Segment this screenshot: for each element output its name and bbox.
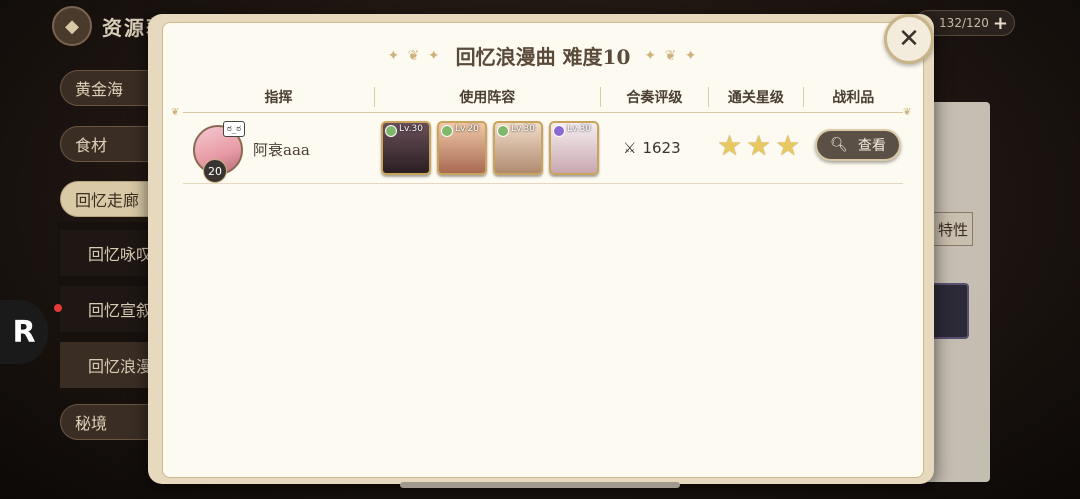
notification-dot (54, 304, 62, 312)
r-badge-label: R (12, 314, 36, 350)
column-header-loot: 战利品 (832, 90, 875, 106)
attribute-icon (553, 125, 565, 137)
table-header: 指挥 使用阵容 合奏评级 通关星级 战利品 (183, 83, 903, 111)
player-avatar[interactable]: ಠ_ಠ 20 (193, 121, 245, 183)
title-ornament-left-icon: ✦ ❦ ✦ (387, 47, 442, 64)
star-icon: ★ (775, 129, 801, 162)
column-header-lineup: 使用阵容 (375, 87, 601, 107)
attribute-icon (497, 125, 509, 137)
crossed-swords-icon: ⚔ (623, 139, 637, 157)
ensemble-rating: ⚔ 1623 (623, 139, 681, 157)
submenu-item-label: 回忆宣叙 (88, 301, 153, 320)
app-logo-icon[interactable]: ◆ (52, 6, 92, 46)
home-indicator (400, 482, 680, 488)
player-name: 阿衰aaa (253, 141, 310, 159)
column-header-commander: 指挥 (183, 87, 375, 107)
hero-card[interactable]: Lv.20 (437, 121, 487, 175)
sidebar-item-label: 秘境 (75, 414, 108, 433)
close-button[interactable]: ✕ (884, 14, 934, 64)
clear-stars: ★ ★ ★ (717, 131, 800, 161)
attribute-icon (385, 125, 397, 137)
rating-value: 1623 (642, 139, 681, 157)
sidebar-item-label: 食材 (75, 136, 108, 155)
hero-level: Lv.30 (511, 124, 535, 134)
trait-tag-label: 特性 (937, 220, 968, 239)
header-divider (183, 112, 903, 113)
star-icon: ★ (746, 129, 772, 162)
title-ornament-right-icon: ✦ ❦ ✦ (644, 47, 699, 64)
clear-record-modal: ✦ ❦ ✦ 回忆浪漫曲 难度10 ✦ ❦ ✦ 指挥 使用阵容 合奏评级 通关星级… (162, 22, 924, 478)
submenu-item-label: 回忆浪漫 (88, 357, 153, 376)
hero-level: Lv.20 (455, 124, 479, 134)
hero-card[interactable]: Lv.30 (381, 121, 431, 175)
close-icon: ✕ (898, 24, 920, 54)
hero-card[interactable]: Lv.30 (493, 121, 543, 175)
stamina-value: 132/120 (939, 16, 989, 30)
divider-ornament-icon: ❦ (171, 107, 180, 118)
modal-title: 回忆浪漫曲 难度10 (455, 45, 631, 69)
sidebar-item-label: 黄金海 (75, 80, 124, 99)
hero-card[interactable]: Lv.30 (549, 121, 599, 175)
floating-r-button[interactable]: R (0, 300, 48, 364)
hero-level: Lv.30 (567, 124, 591, 134)
add-stamina-button[interactable]: + (993, 13, 1008, 34)
submenu-item-label: 回忆咏叹 (88, 245, 153, 264)
view-loot-button[interactable]: 🔍︎ 查看 (815, 129, 901, 161)
star-icon: ★ (717, 129, 743, 162)
row-divider (183, 183, 903, 184)
lineup: Lv.30 Lv.20 Lv.30 Lv.30 (381, 121, 599, 175)
column-header-stars: 通关星级 (709, 87, 804, 107)
sidebar-item-label: 回忆走廊 (75, 191, 140, 210)
player-level-badge: 20 (203, 159, 227, 183)
hero-level: Lv.30 (399, 124, 423, 134)
column-header-rating: 合奏评级 (601, 87, 710, 107)
view-button-label: 查看 (857, 138, 886, 154)
attribute-icon (441, 125, 453, 137)
modal-header: ✦ ❦ ✦ 回忆浪漫曲 难度10 ✦ ❦ ✦ (163, 41, 923, 70)
table-row: ಠ_ಠ 20 阿衰aaa Lv.30 Lv.20 Lv.30 Lv.30 ⚔ 1… (183, 119, 903, 183)
avatar-emote-badge: ಠ_ಠ (223, 121, 245, 137)
search-icon: 🔍︎ (830, 137, 848, 153)
divider-ornament-icon: ❦ (903, 107, 912, 118)
